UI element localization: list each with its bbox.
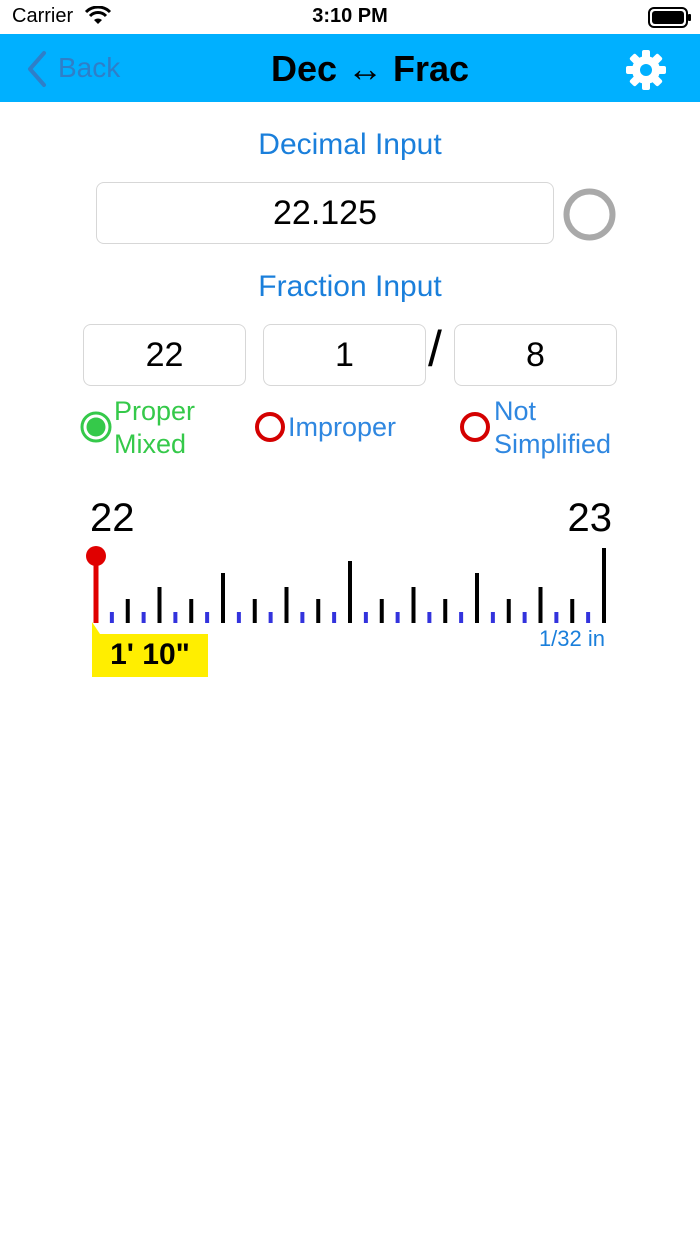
option-label-line2: Simplified: [494, 429, 612, 459]
page-title: Dec ↔ Frac: [270, 48, 470, 89]
option-label-line1: Proper: [114, 396, 196, 426]
battery-icon: [648, 7, 691, 28]
option-label-line1: Not: [494, 396, 537, 426]
radio-unselected-icon[interactable]: [254, 411, 286, 443]
position-marker[interactable]: [86, 546, 106, 623]
ruler-resolution-label: 1/32 in: [539, 626, 605, 651]
option-label-line2: Mixed: [114, 429, 187, 459]
ruler-end-label: 23: [568, 496, 613, 540]
whole-number-field[interactable]: 22: [83, 324, 246, 386]
fraction-input-heading: Fraction Input: [258, 270, 442, 303]
marker-head[interactable]: [86, 546, 106, 566]
decimal-input-field[interactable]: 22.125: [96, 182, 554, 244]
option-improper[interactable]: Improper: [288, 411, 396, 444]
radio-selected-icon[interactable]: [80, 411, 112, 443]
ruler-ticks: [94, 548, 606, 623]
radio-unselected-icon[interactable]: [459, 411, 491, 443]
decimal-input-heading: Decimal Input: [258, 128, 442, 161]
numerator-field[interactable]: 1: [263, 324, 426, 386]
ruler-graphic[interactable]: 22 23 1' 10" 1/32 in: [80, 470, 640, 700]
status-time: 3:10 PM: [312, 5, 388, 27]
circle-indicator-icon[interactable]: [562, 187, 617, 242]
marker-stem: [93, 556, 99, 623]
option-not-simplified[interactable]: Not Simplified: [494, 395, 611, 461]
fraction-slash: /: [428, 321, 442, 377]
option-proper-mixed[interactable]: Proper Mixed: [114, 395, 195, 461]
denominator-field[interactable]: 8: [454, 324, 617, 386]
gear-icon[interactable]: [624, 48, 668, 92]
feet-inches-label: 1' 10": [110, 638, 190, 671]
ruler-start-label: 22: [90, 496, 135, 540]
